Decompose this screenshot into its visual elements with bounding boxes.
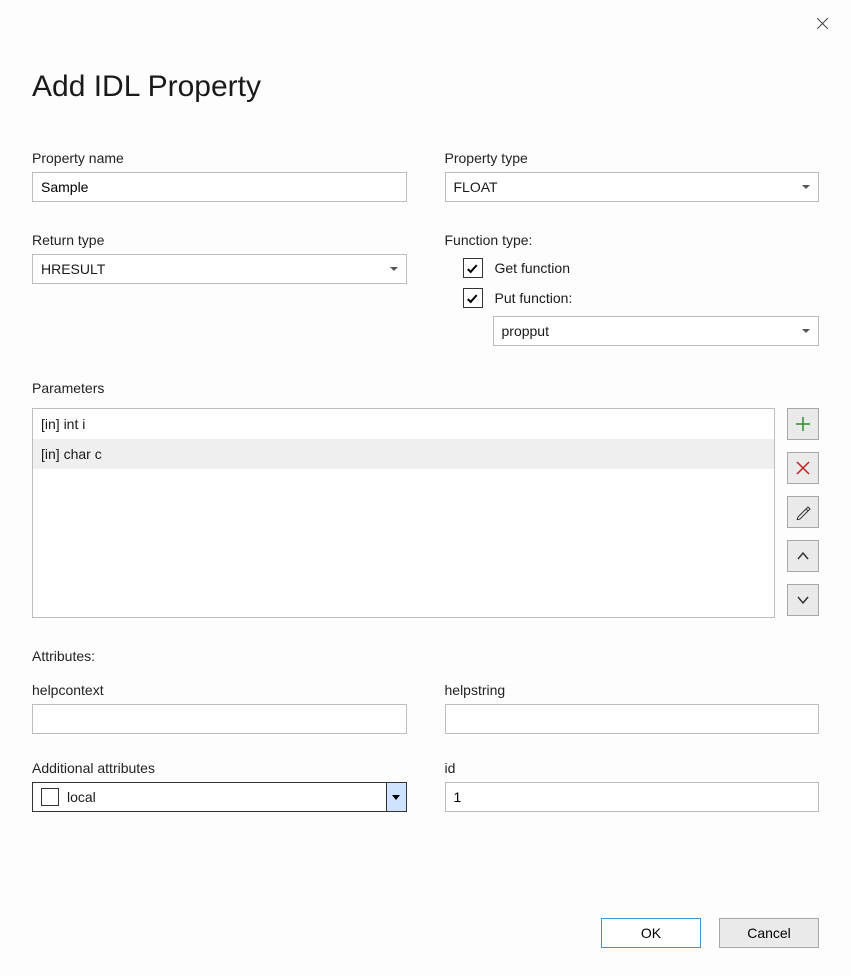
property-type-value: FLOAT — [454, 179, 498, 195]
chevron-down-icon — [802, 329, 810, 333]
get-function-checkbox[interactable] — [463, 258, 483, 278]
x-icon — [795, 460, 811, 476]
pencil-icon — [795, 504, 811, 520]
chevron-down-icon — [392, 795, 400, 800]
label-property-type: Property type — [445, 150, 820, 166]
additional-attributes-select[interactable]: local — [32, 782, 407, 812]
parameters-list[interactable]: [in] int i[in] char c — [32, 408, 775, 618]
chevron-up-icon — [795, 548, 811, 564]
label-return-type: Return type — [32, 232, 407, 248]
parameter-item[interactable]: [in] char c — [33, 439, 774, 469]
return-type-value: HRESULT — [41, 261, 105, 277]
ok-button[interactable]: OK — [601, 918, 701, 948]
label-helpcontext: helpcontext — [32, 682, 407, 698]
helpstring-input[interactable] — [445, 704, 820, 734]
chevron-down-icon — [795, 592, 811, 608]
helpcontext-input[interactable] — [32, 704, 407, 734]
label-id: id — [445, 760, 820, 776]
additional-attributes-value: local — [67, 789, 96, 805]
label-additional-attributes: Additional attributes — [32, 760, 407, 776]
chevron-down-icon — [802, 185, 810, 189]
check-icon — [467, 262, 477, 273]
add-parameter-button[interactable] — [787, 408, 819, 440]
id-input[interactable] — [445, 782, 820, 812]
label-function-type: Function type: — [445, 232, 820, 248]
move-down-button[interactable] — [787, 584, 819, 616]
label-put-function: Put function: — [495, 290, 573, 306]
chevron-down-icon — [390, 267, 398, 271]
property-type-select[interactable]: FLOAT — [445, 172, 820, 202]
put-function-checkbox[interactable] — [463, 288, 483, 308]
label-parameters: Parameters — [32, 380, 819, 396]
cancel-button[interactable]: Cancel — [719, 918, 819, 948]
page-title: Add IDL Property — [32, 70, 819, 104]
label-get-function: Get function — [495, 260, 571, 276]
property-name-input[interactable] — [32, 172, 407, 202]
label-helpstring: helpstring — [445, 682, 820, 698]
delete-parameter-button[interactable] — [787, 452, 819, 484]
label-property-name: Property name — [32, 150, 407, 166]
edit-parameter-button[interactable] — [787, 496, 819, 528]
check-icon — [467, 292, 477, 303]
additional-attributes-dropdown-button[interactable] — [386, 783, 406, 811]
parameter-item[interactable]: [in] int i — [33, 409, 774, 439]
move-up-button[interactable] — [787, 540, 819, 572]
put-function-value: propput — [502, 323, 549, 339]
close-icon[interactable] — [815, 16, 829, 30]
return-type-select[interactable]: HRESULT — [32, 254, 407, 284]
put-function-select[interactable]: propput — [493, 316, 820, 346]
label-attributes: Attributes: — [32, 648, 819, 664]
plus-icon — [795, 416, 811, 432]
additional-attributes-checkbox[interactable] — [41, 788, 59, 806]
